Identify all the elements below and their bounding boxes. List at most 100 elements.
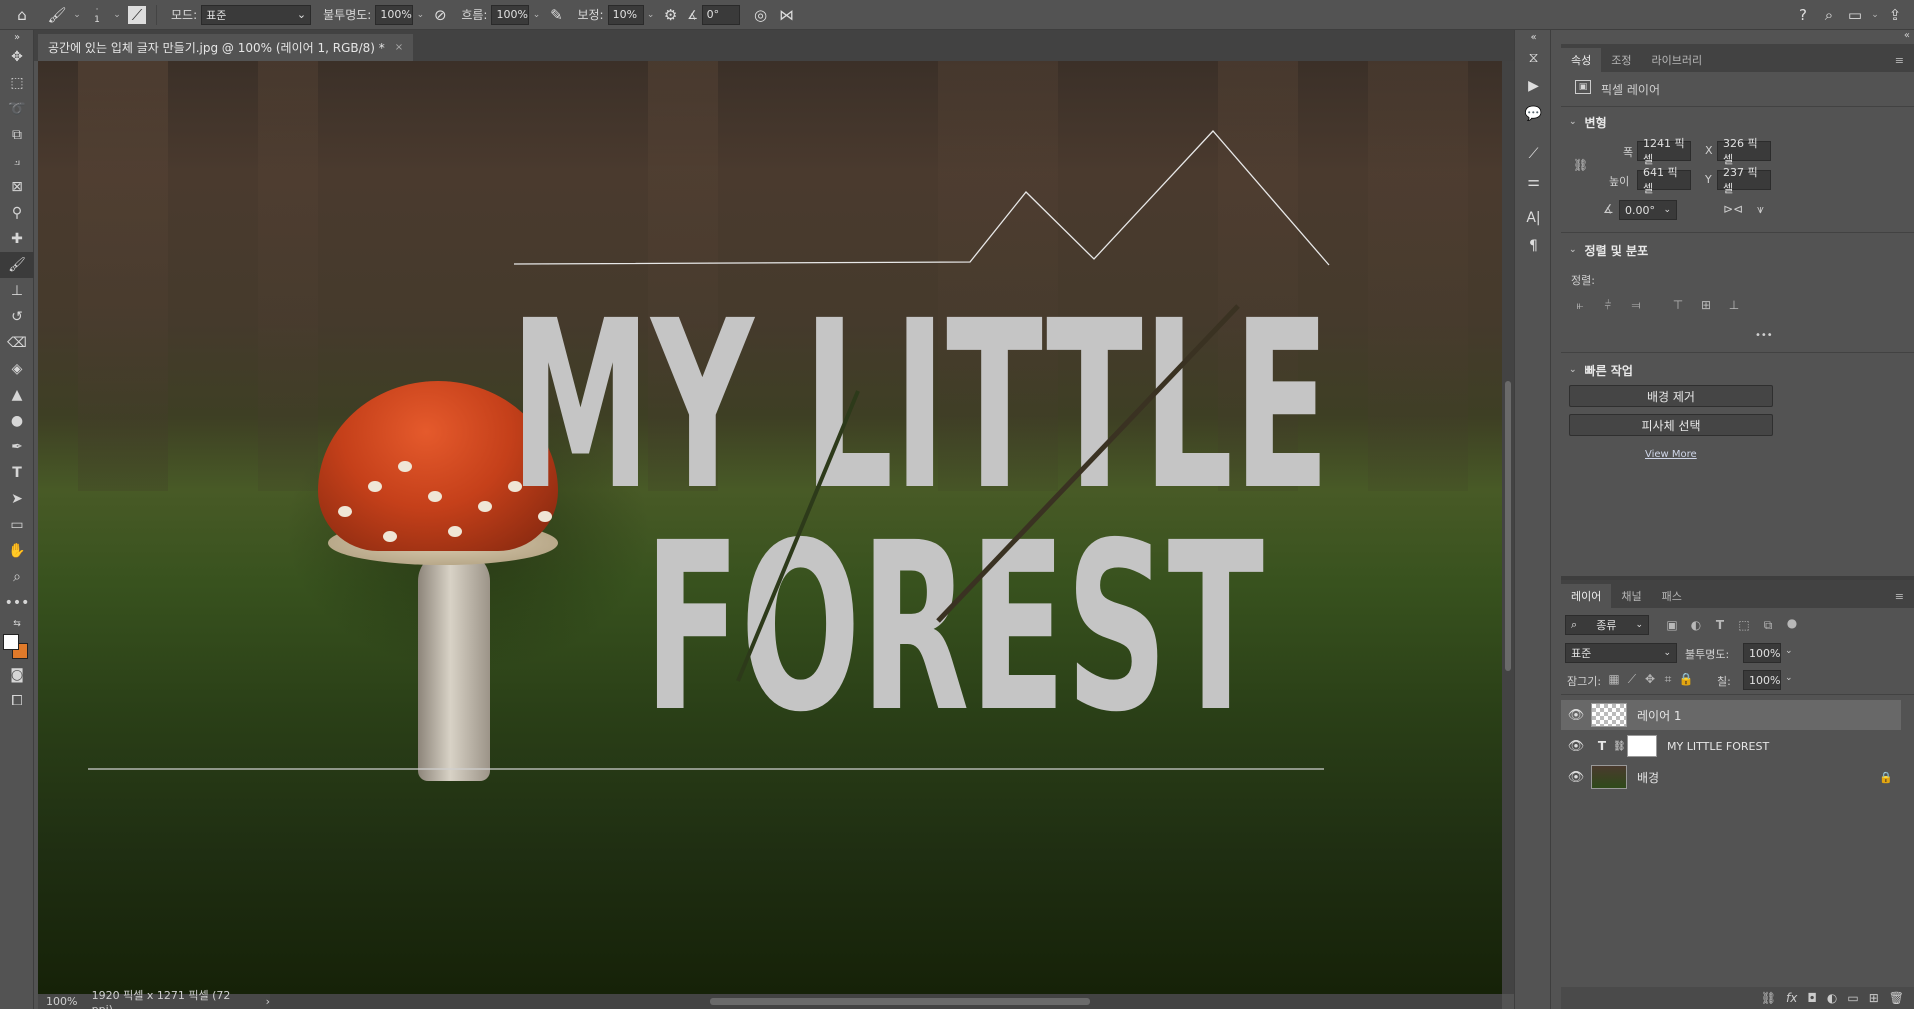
more-tools-icon[interactable]: ••• xyxy=(0,590,34,616)
screen-mode-icon[interactable]: ⧠ xyxy=(0,688,34,714)
type-tool-icon[interactable]: T xyxy=(0,460,34,486)
airbrush-icon[interactable]: ✎ xyxy=(543,2,569,28)
brush-settings-icon[interactable]: ⚌ xyxy=(1515,168,1552,196)
filter-adjustment-icon[interactable]: ◐ xyxy=(1689,618,1703,632)
align-section-header[interactable]: ⌄ 정렬 및 분포 xyxy=(1561,238,1648,262)
fill-input[interactable]: 100% xyxy=(1743,670,1781,690)
character-panel-icon[interactable]: A| xyxy=(1515,204,1552,232)
history-brush-tool-icon[interactable]: ↺ xyxy=(0,304,34,330)
filter-type-icon[interactable]: T xyxy=(1713,618,1727,632)
flip-horizontal-icon[interactable]: ⊳⊲ xyxy=(1723,202,1743,216)
layer-mask-thumbnail[interactable] xyxy=(1627,735,1657,757)
vertical-scrollbar[interactable] xyxy=(1502,61,1514,994)
frame-tool-icon[interactable]: ⊠ xyxy=(0,174,34,200)
pressure-size-icon[interactable]: ◎ xyxy=(748,2,774,28)
brush-angle-input[interactable]: 0° xyxy=(701,4,740,25)
visibility-eye-icon[interactable]: 👁 xyxy=(1561,770,1591,785)
healing-brush-tool-icon[interactable]: ✚ xyxy=(0,226,34,252)
tab-layers[interactable]: 레이어 xyxy=(1561,584,1612,608)
x-input[interactable]: 326 픽셀 xyxy=(1717,137,1771,166)
smoothing-settings-gear-icon[interactable]: ⚙ xyxy=(658,2,684,28)
flip-vertical-icon[interactable]: ⩛ xyxy=(1757,202,1764,217)
new-adjustment-layer-icon[interactable]: ◐ xyxy=(1827,991,1837,1005)
filter-shape-icon[interactable]: ⬚ xyxy=(1737,618,1751,632)
workspace-icon[interactable]: ▭ xyxy=(1842,2,1868,28)
lock-all-icon[interactable]: 🔒 xyxy=(1679,672,1694,686)
align-top-icon[interactable]: ⊤ xyxy=(1671,298,1685,312)
hand-tool-icon[interactable]: ✋ xyxy=(0,538,34,564)
actions-play-icon[interactable]: ▶ xyxy=(1515,72,1552,100)
workspace-chevron-icon[interactable]: ⌄ xyxy=(1868,5,1882,25)
tab-libraries[interactable]: 라이브러리 xyxy=(1642,48,1713,72)
collapse-tools-icon[interactable]: » xyxy=(0,30,34,44)
document-canvas[interactable]: MY LITTLE FOREST xyxy=(38,61,1502,994)
angle-input[interactable]: 0.00° ⌄ xyxy=(1619,200,1677,220)
tab-channels[interactable]: 채널 xyxy=(1611,584,1651,608)
crop-tool-icon[interactable]: ⟓ xyxy=(0,148,34,174)
search-icon[interactable]: ⌕ xyxy=(1816,2,1842,28)
lock-artboard-icon[interactable]: ⌗ xyxy=(1661,672,1675,686)
view-more-link[interactable]: View More xyxy=(1645,449,1697,460)
new-group-folder-icon[interactable]: ▭ xyxy=(1847,991,1858,1005)
properties-menu-icon[interactable]: ≡ xyxy=(1885,48,1914,72)
layer-name[interactable]: MY LITTLE FOREST xyxy=(1667,740,1769,753)
flow-chevron-icon[interactable]: ⌄ xyxy=(529,5,543,25)
object-selection-tool-icon[interactable]: ⧉ xyxy=(0,122,34,148)
smoothing-input[interactable]: 10% xyxy=(607,4,644,25)
quick-mask-icon[interactable]: ◙ xyxy=(0,662,34,688)
document-tab[interactable]: 공간에 있는 입체 글자 만들기.jpg @ 100% (레이어 1, RGB/… xyxy=(38,34,414,61)
vertical-scrollbar-thumb[interactable] xyxy=(1505,381,1511,671)
layer-row-background[interactable]: 👁 배경 🔒 xyxy=(1561,762,1901,792)
layer-name[interactable]: 레이어 1 xyxy=(1637,707,1682,724)
share-icon[interactable]: ⇪ xyxy=(1882,2,1908,28)
home-icon[interactable]: ⌂ xyxy=(0,2,44,28)
layer-opacity-chevron-icon[interactable]: ⌄ xyxy=(1785,646,1793,656)
filter-pixel-icon[interactable]: ▣ xyxy=(1665,618,1679,632)
dodge-tool-icon[interactable]: ● xyxy=(0,408,34,434)
marquee-tool-icon[interactable]: ⬚ xyxy=(0,70,34,96)
lasso-tool-icon[interactable]: ➰ xyxy=(0,96,34,122)
link-layers-icon[interactable]: ⛓ xyxy=(1761,991,1776,1005)
tab-properties[interactable]: 속성 xyxy=(1561,48,1602,72)
learn-help-icon[interactable]: ? xyxy=(1790,2,1816,28)
clone-stamp-tool-icon[interactable]: ⊥ xyxy=(0,278,34,304)
mode-select[interactable]: 표준 ⌄ xyxy=(201,4,312,25)
fill-chevron-icon[interactable]: ⌄ xyxy=(1785,673,1793,683)
align-vertical-center-icon[interactable]: ⊞ xyxy=(1699,298,1713,312)
width-input[interactable]: 1241 픽셀 xyxy=(1637,137,1691,166)
brush-tool-icon[interactable]: 🖌 xyxy=(0,252,34,278)
flow-input[interactable]: 100% xyxy=(491,4,530,25)
layers-menu-icon[interactable]: ≡ xyxy=(1885,584,1914,608)
foreground-color-swatch[interactable] xyxy=(3,634,19,650)
opacity-input[interactable]: 100% xyxy=(375,4,414,25)
zoom-level[interactable]: 100% xyxy=(38,995,84,1008)
layer-filter-select[interactable]: ⌕ 종류 ⌄ xyxy=(1565,615,1649,635)
align-horizontal-center-icon[interactable]: ⫩ xyxy=(1601,298,1615,312)
link-icon[interactable]: ⛓ xyxy=(1613,741,1627,752)
paragraph-panel-icon[interactable]: ¶ xyxy=(1515,232,1552,260)
zoom-tool-icon[interactable]: ⌕ xyxy=(0,564,34,590)
status-menu-arrow-icon[interactable]: › xyxy=(266,995,270,1008)
swap-colors-icon[interactable]: ⇆ xyxy=(0,616,34,632)
lock-image-pixels-icon[interactable]: ⟋ xyxy=(1625,672,1639,686)
y-input[interactable]: 237 픽셀 xyxy=(1717,166,1771,195)
history-panel-icon[interactable]: ⧖ xyxy=(1515,44,1552,72)
brush-preset-chevron-icon[interactable]: ⌄ xyxy=(70,5,84,25)
visibility-eye-icon[interactable]: 👁 xyxy=(1561,708,1591,723)
color-swatches[interactable] xyxy=(0,632,34,662)
symmetry-butterfly-icon[interactable]: ⋈ xyxy=(774,2,800,28)
pressure-opacity-icon[interactable]: ⊘ xyxy=(427,2,453,28)
brush-size-chevron-icon[interactable]: ⌄ xyxy=(110,5,124,25)
lock-transparent-pixels-icon[interactable]: ▦ xyxy=(1607,672,1621,686)
opacity-chevron-icon[interactable]: ⌄ xyxy=(413,5,427,25)
brushes-panel-icon[interactable]: ⟋ xyxy=(1515,140,1552,168)
more-align-options-icon[interactable]: ••• xyxy=(1755,330,1773,341)
lock-position-icon[interactable]: ✥ xyxy=(1643,672,1657,686)
paint-bucket-tool-icon[interactable]: ◈ xyxy=(0,356,34,382)
rectangle-tool-icon[interactable]: ▭ xyxy=(0,512,34,538)
brush-preset-icon[interactable]: 🖌 xyxy=(44,2,70,28)
brush-settings-panel-icon[interactable]: ⟋ xyxy=(128,5,146,24)
path-selection-tool-icon[interactable]: ➤ xyxy=(0,486,34,512)
horizontal-scrollbar-thumb[interactable] xyxy=(710,998,1090,1005)
pen-tool-icon[interactable]: ✒ xyxy=(0,434,34,460)
